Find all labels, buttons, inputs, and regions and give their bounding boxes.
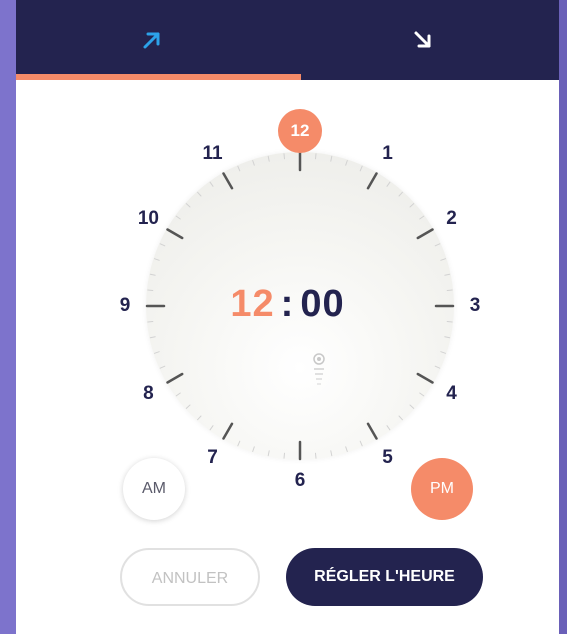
hour-8[interactable]: 8 (133, 382, 163, 406)
hour-6[interactable]: 6 (285, 469, 315, 493)
clock-face[interactable] (146, 152, 454, 460)
pm-button[interactable]: PM (411, 458, 473, 520)
am-button[interactable]: AM (123, 458, 185, 520)
hour-7[interactable]: 7 (198, 446, 228, 470)
hour-9[interactable]: 9 (110, 294, 140, 318)
clock-hand-handle[interactable] (312, 352, 326, 394)
background-strip-right (559, 0, 567, 634)
tab-departure[interactable] (16, 0, 287, 80)
selected-hour-marker[interactable]: 12 (278, 109, 322, 153)
time-picker-panel: 1 2 3 4 5 6 7 8 9 10 11 12 12:00 AM PM ANNULER RÉG… (16, 0, 559, 634)
background-strip-left (0, 0, 16, 634)
arrow-up-right-icon (140, 28, 164, 52)
tab-bar (16, 0, 559, 80)
hour-2[interactable]: 2 (437, 207, 467, 231)
hour-3[interactable]: 3 (460, 294, 490, 318)
hour-4[interactable]: 4 (437, 382, 467, 406)
set-time-button[interactable]: RÉGLER L'HEURE (286, 548, 483, 606)
hour-5[interactable]: 5 (373, 446, 403, 470)
active-tab-indicator (16, 74, 301, 80)
hour-10[interactable]: 10 (133, 207, 163, 231)
hour-11[interactable]: 11 (198, 142, 228, 166)
tab-arrival[interactable] (287, 0, 559, 80)
arrow-down-right-icon (411, 28, 435, 52)
hour-1[interactable]: 1 (373, 142, 403, 166)
cancel-button[interactable]: ANNULER (120, 548, 260, 606)
